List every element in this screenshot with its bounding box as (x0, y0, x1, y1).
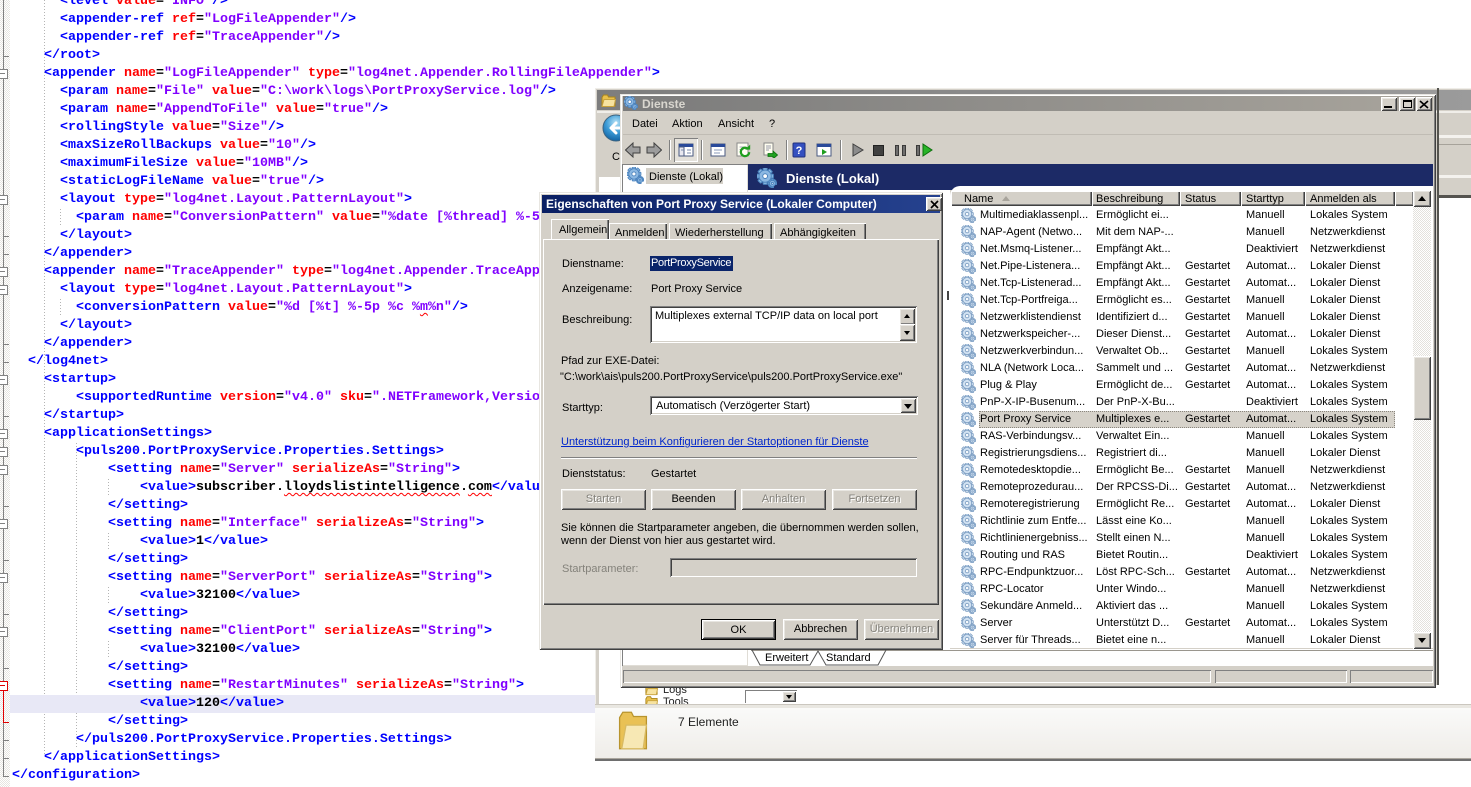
svg-text:?: ? (796, 145, 803, 157)
